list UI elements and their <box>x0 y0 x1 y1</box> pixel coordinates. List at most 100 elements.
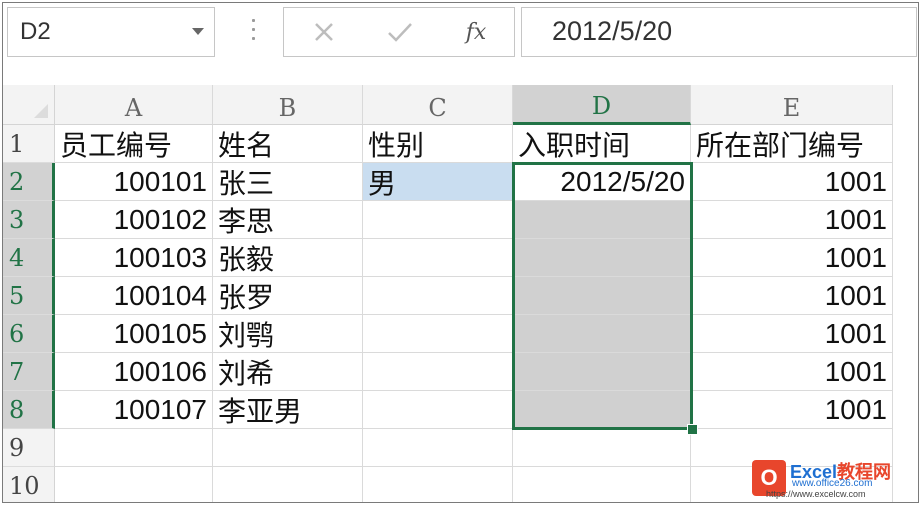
cell-d8[interactable] <box>513 391 691 429</box>
formula-value: 2012/5/20 <box>552 16 673 46</box>
check-icon <box>388 23 412 42</box>
cell-c2[interactable]: 男 <box>363 163 513 201</box>
cell-a8[interactable]: 100107 <box>55 391 213 429</box>
cell-a1[interactable]: 员工编号 <box>55 125 213 163</box>
cell-d4[interactable] <box>513 239 691 277</box>
row-label: 7 <box>9 357 25 386</box>
cell-e2[interactable]: 1001 <box>691 163 893 201</box>
watermark-subtitle: www.office26.com <box>792 478 873 489</box>
cell-a10[interactable] <box>55 467 213 502</box>
column-label: D <box>591 92 612 120</box>
cell-d2[interactable]: 2012/5/20 <box>513 163 691 201</box>
cell-b7[interactable]: 刘希 <box>213 353 363 391</box>
cell-c10[interactable] <box>363 467 513 502</box>
cell-c3[interactable] <box>363 201 513 239</box>
cell-b8[interactable]: 李亚男 <box>213 391 363 429</box>
column-header-e[interactable]: E <box>691 85 893 125</box>
cell-c8[interactable] <box>363 391 513 429</box>
row-label: 3 <box>9 205 25 234</box>
select-all-button[interactable] <box>3 85 55 125</box>
row-label: 1 <box>9 129 25 158</box>
cell-b9[interactable] <box>213 429 363 467</box>
spreadsheet-window: D2 fx 2012/5/20 A B C D E 1 2 3 4 5 6 7 … <box>2 2 919 503</box>
cell-d6[interactable] <box>513 315 691 353</box>
cell-e4[interactable]: 1001 <box>691 239 893 277</box>
column-label: E <box>782 94 801 122</box>
row-label: 6 <box>9 319 25 348</box>
row-label: 2 <box>9 167 25 196</box>
row-label: 9 <box>9 433 25 462</box>
cell-b2[interactable]: 张三 <box>213 163 363 201</box>
cell-b4[interactable]: 张毅 <box>213 239 363 277</box>
cell-b6[interactable]: 刘鹗 <box>213 315 363 353</box>
watermark-url: https://www.excelcw.com <box>766 489 866 499</box>
row-header-2[interactable]: 2 <box>3 163 55 201</box>
worksheet-grid: A B C D E 1 2 3 4 5 6 7 8 9 10 员工编号 姓名 性… <box>3 63 918 502</box>
column-header-c[interactable]: C <box>363 85 513 125</box>
enter-button[interactable] <box>370 8 430 56</box>
cell-d9[interactable] <box>513 429 691 467</box>
cell-a3[interactable]: 100102 <box>55 201 213 239</box>
row-label: 8 <box>9 395 25 424</box>
drag-handle-icon[interactable] <box>243 13 263 53</box>
cell-a9[interactable] <box>55 429 213 467</box>
cell-a7[interactable]: 100106 <box>55 353 213 391</box>
column-label: A <box>124 94 143 122</box>
watermark: O Excel教程网 www.office26.com https://www.… <box>752 458 912 500</box>
close-icon <box>315 23 333 41</box>
row-label: 5 <box>9 281 25 310</box>
cell-a2[interactable]: 100101 <box>55 163 213 201</box>
row-header-10[interactable]: 10 <box>3 467 55 502</box>
chevron-down-icon[interactable] <box>192 28 204 35</box>
cell-a4[interactable]: 100103 <box>55 239 213 277</box>
cell-a5[interactable]: 100104 <box>55 277 213 315</box>
cell-e1[interactable]: 所在部门编号 <box>691 125 893 163</box>
row-header-1[interactable]: 1 <box>3 125 55 163</box>
column-header-a[interactable]: A <box>55 85 213 125</box>
cell-e7[interactable]: 1001 <box>691 353 893 391</box>
formula-bar: D2 fx 2012/5/20 <box>3 3 918 64</box>
row-header-4[interactable]: 4 <box>3 239 55 277</box>
column-label: C <box>428 94 447 122</box>
cell-c9[interactable] <box>363 429 513 467</box>
cell-d1[interactable]: 入职时间 <box>513 125 691 163</box>
cell-c7[interactable] <box>363 353 513 391</box>
cell-d7[interactable] <box>513 353 691 391</box>
cell-b3[interactable]: 李思 <box>213 201 363 239</box>
cell-c4[interactable] <box>363 239 513 277</box>
row-header-9[interactable]: 9 <box>3 429 55 467</box>
cell-e3[interactable]: 1001 <box>691 201 893 239</box>
name-box[interactable]: D2 <box>7 7 215 57</box>
select-all-icon <box>34 104 48 118</box>
row-label: 10 <box>9 471 40 500</box>
cancel-button[interactable] <box>294 8 354 56</box>
column-header-d[interactable]: D <box>513 85 691 125</box>
formula-buttons: fx <box>283 7 515 57</box>
row-header-5[interactable]: 5 <box>3 277 55 315</box>
column-header-b[interactable]: B <box>213 85 363 125</box>
cell-d3[interactable] <box>513 201 691 239</box>
cell-c6[interactable] <box>363 315 513 353</box>
name-box-value: D2 <box>20 18 51 45</box>
cell-b10[interactable] <box>213 467 363 502</box>
column-label: B <box>278 94 297 122</box>
cell-c5[interactable] <box>363 277 513 315</box>
row-header-3[interactable]: 3 <box>3 201 55 239</box>
fill-handle[interactable] <box>687 424 698 435</box>
cell-e8[interactable]: 1001 <box>691 391 893 429</box>
cell-c1[interactable]: 性别 <box>363 125 513 163</box>
insert-function-button[interactable]: fx <box>446 8 506 56</box>
row-header-7[interactable]: 7 <box>3 353 55 391</box>
cell-b5[interactable]: 张罗 <box>213 277 363 315</box>
cell-a6[interactable]: 100105 <box>55 315 213 353</box>
row-header-6[interactable]: 6 <box>3 315 55 353</box>
cell-e5[interactable]: 1001 <box>691 277 893 315</box>
function-icon: fx <box>465 19 487 45</box>
cell-d5[interactable] <box>513 277 691 315</box>
cell-b1[interactable]: 姓名 <box>213 125 363 163</box>
formula-input[interactable]: 2012/5/20 <box>521 7 917 57</box>
row-label: 4 <box>9 243 25 272</box>
row-header-8[interactable]: 8 <box>3 391 55 429</box>
cell-d10[interactable] <box>513 467 691 502</box>
cell-e6[interactable]: 1001 <box>691 315 893 353</box>
